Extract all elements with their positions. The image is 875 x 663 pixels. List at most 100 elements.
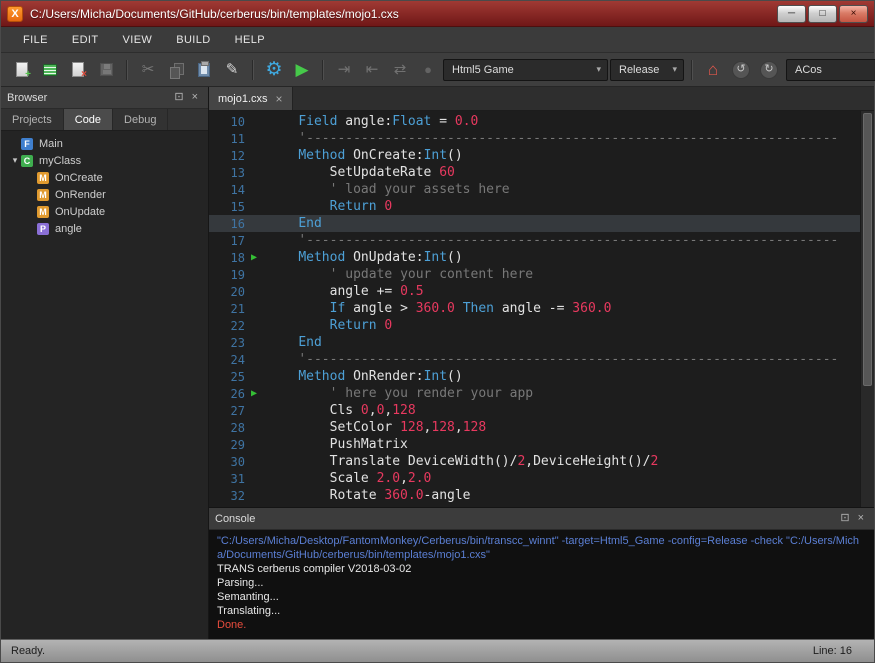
toolbar: + × ✂ ✎ ⚙ ▶ ⇥ [1, 53, 874, 87]
code-line[interactable]: 23 End [209, 334, 860, 351]
tree-type-icon: P [37, 223, 49, 235]
panel-tab-code[interactable]: Code [64, 109, 113, 130]
panel-tab-debug[interactable]: Debug [113, 109, 168, 130]
code-editor[interactable]: 10 Field angle:Float = 0.011 '----------… [209, 111, 874, 507]
minimize-button[interactable]: ─ [777, 5, 806, 23]
code-line[interactable]: 32 Rotate 360.0-angle [209, 487, 860, 504]
line-number: 32 [209, 489, 251, 503]
open-file-button[interactable] [37, 57, 63, 83]
tree-item-onupdate[interactable]: MOnUpdate [1, 203, 208, 220]
close-button[interactable]: × [839, 5, 868, 23]
step-out-button[interactable]: ⇄ [387, 57, 413, 83]
code-line[interactable]: 25 Method OnRender:Int() [209, 368, 860, 385]
chevron-down-icon: ▾ [596, 64, 601, 75]
code-line[interactable]: 11 '------------------------------------… [209, 130, 860, 147]
cut-button[interactable]: ✂ [135, 57, 161, 83]
app-window: X C:/Users/Micha/Documents/GitHub/cerber… [0, 0, 875, 663]
code-line[interactable]: 12 Method OnCreate:Int() [209, 147, 860, 164]
tree-item-oncreate[interactable]: MOnCreate [1, 169, 208, 186]
code-text: Return 0 [267, 199, 392, 214]
panel-tab-projects[interactable]: Projects [1, 109, 64, 130]
menu-item-view[interactable]: VIEW [113, 31, 163, 49]
menu-item-help[interactable]: HELP [225, 31, 275, 49]
code-line[interactable]: 19 ' update your content here [209, 266, 860, 283]
panel-float-icon[interactable]: ⊡ [836, 513, 853, 524]
code-line[interactable]: 26▶ ' here you render your app [209, 385, 860, 402]
code-text: End [267, 216, 322, 231]
menu-item-file[interactable]: FILE [13, 31, 58, 49]
new-file-button[interactable]: + [9, 57, 35, 83]
window-title: C:/Users/Micha/Documents/GitHub/cerberus… [30, 7, 777, 21]
build-settings-button[interactable]: ⚙ [261, 57, 287, 83]
paste-button[interactable] [191, 57, 217, 83]
config-select[interactable]: Release ▾ [610, 59, 684, 81]
line-number: 20 [209, 285, 251, 299]
console-line: Done. [217, 618, 866, 632]
panel-close-icon[interactable]: × [854, 513, 868, 524]
code-line[interactable]: 15 Return 0 [209, 198, 860, 215]
code-line[interactable]: 28 SetColor 128,128,128 [209, 419, 860, 436]
home-button[interactable]: ⌂ [700, 57, 726, 83]
code-line[interactable]: 16 End [209, 215, 860, 232]
code-line[interactable]: 21 If angle > 360.0 Then angle -= 360.0 [209, 300, 860, 317]
code-line[interactable]: 10 Field angle:Float = 0.0 [209, 113, 860, 130]
editor-scrollbar-thumb[interactable] [863, 113, 872, 386]
code-line[interactable]: 22 Return 0 [209, 317, 860, 334]
back-button[interactable]: ↺ [728, 57, 754, 83]
code-text: Cls 0,0,128 [267, 403, 416, 418]
line-number: 13 [209, 166, 251, 180]
code-text: If angle > 360.0 Then angle -= 360.0 [267, 301, 611, 316]
code-line[interactable]: 24 '------------------------------------… [209, 351, 860, 368]
play-icon: ▶ [295, 61, 308, 78]
menu-item-build[interactable]: BUILD [166, 31, 220, 49]
toolbar-separator [322, 60, 324, 80]
console-line: Translating... [217, 604, 866, 618]
console-line: "C:/Users/Micha/Desktop/FantomMonkey/Cer… [217, 534, 866, 562]
menu-item-edit[interactable]: EDIT [62, 31, 109, 49]
code-line[interactable]: 13 SetUpdateRate 60 [209, 164, 860, 181]
code-line[interactable]: 29 PushMatrix [209, 436, 860, 453]
editor-tab-mojo1[interactable]: mojo1.cxs × [209, 87, 293, 110]
code-text: '---------------------------------------… [267, 233, 838, 248]
target-select-value: Html5 Game [452, 64, 514, 76]
tree-expander-icon[interactable]: ▾ [9, 155, 21, 166]
copy-icon [170, 63, 183, 77]
maximize-button[interactable]: □ [808, 5, 837, 23]
code-tree: FMain▾CmyClassMOnCreateMOnRenderMOnUpdat… [1, 131, 208, 639]
code-line[interactable]: 18▶ Method OnUpdate:Int() [209, 249, 860, 266]
code-line[interactable]: 14 ' load your assets here [209, 181, 860, 198]
save-button[interactable] [93, 57, 119, 83]
title-bar[interactable]: X C:/Users/Micha/Documents/GitHub/cerber… [1, 1, 874, 27]
line-number: 23 [209, 336, 251, 350]
build-run-button[interactable]: ▶ [289, 57, 315, 83]
line-number: 28 [209, 421, 251, 435]
code-line[interactable]: 31 Scale 2.0,2.0 [209, 470, 860, 487]
tree-item-angle[interactable]: Pangle [1, 220, 208, 237]
tree-item-main[interactable]: FMain [1, 135, 208, 152]
code-line[interactable]: 20 angle += 0.5 [209, 283, 860, 300]
function-select[interactable]: ACos ▾ [786, 59, 875, 81]
code-line[interactable]: 17 '------------------------------------… [209, 232, 860, 249]
code-line[interactable]: 30 Translate DeviceWidth()/2,DeviceHeigh… [209, 453, 860, 470]
copy-button[interactable] [163, 57, 189, 83]
find-button[interactable]: ✎ [219, 57, 245, 83]
target-select[interactable]: Html5 Game ▾ [443, 59, 608, 81]
chevron-down-icon: ▾ [672, 64, 677, 75]
console-panel: Console ⊡ × "C:/Users/Micha/Desktop/Fant… [209, 507, 874, 639]
stop-button[interactable]: ● [415, 57, 441, 83]
step-in-button[interactable]: ⇤ [359, 57, 385, 83]
code-line[interactable]: 27 Cls 0,0,128 [209, 402, 860, 419]
tree-item-onrender[interactable]: MOnRender [1, 186, 208, 203]
step-out-icon: ⇄ [394, 62, 407, 77]
console-line: Semanting... [217, 590, 866, 604]
step-button[interactable]: ⇥ [331, 57, 357, 83]
console-output[interactable]: "C:/Users/Micha/Desktop/FantomMonkey/Cer… [209, 530, 874, 639]
forward-button[interactable]: ↻ [756, 57, 782, 83]
tab-close-icon[interactable]: × [276, 93, 283, 105]
tree-item-myclass[interactable]: ▾CmyClass [1, 152, 208, 169]
panel-close-icon[interactable]: × [188, 92, 202, 103]
panel-float-icon[interactable]: ⊡ [170, 92, 187, 103]
window-controls: ─ □ × [777, 5, 868, 23]
close-file-button[interactable]: × [65, 57, 91, 83]
editor-scrollbar[interactable] [860, 111, 874, 507]
